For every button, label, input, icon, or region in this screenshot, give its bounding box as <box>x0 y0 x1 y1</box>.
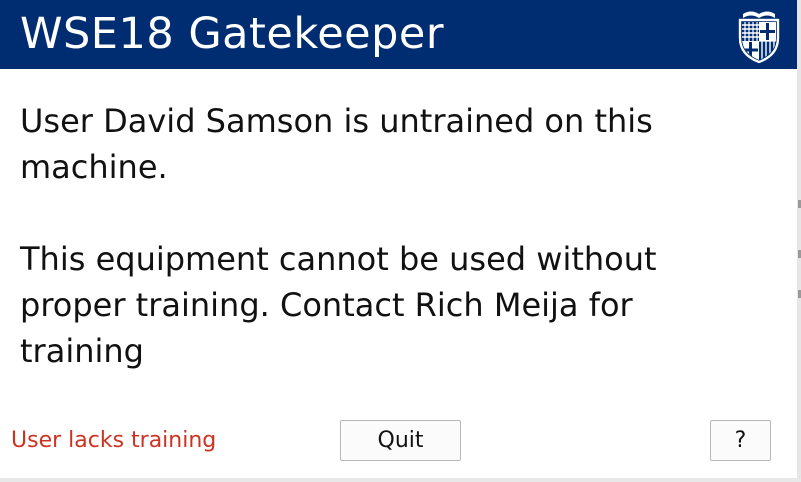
app-title: WSE18 Gatekeeper <box>20 9 445 59</box>
message-area: User David Samson is untrained on this m… <box>20 98 760 374</box>
gatekeeper-window: WSE18 Gatekeeper User David Samson is un… <box>0 0 801 482</box>
status-text: User lacks training <box>11 428 217 453</box>
untrained-user-message: User David Samson is untrained on this m… <box>20 102 653 186</box>
help-button[interactable]: ? <box>710 420 771 461</box>
quit-button[interactable]: Quit <box>340 420 461 461</box>
university-shield-icon <box>738 11 780 64</box>
window-edge <box>797 0 801 482</box>
window-bottom-edge <box>0 478 801 482</box>
training-required-message: This equipment cannot be used without pr… <box>20 240 657 370</box>
title-bar: WSE18 Gatekeeper <box>0 0 797 69</box>
